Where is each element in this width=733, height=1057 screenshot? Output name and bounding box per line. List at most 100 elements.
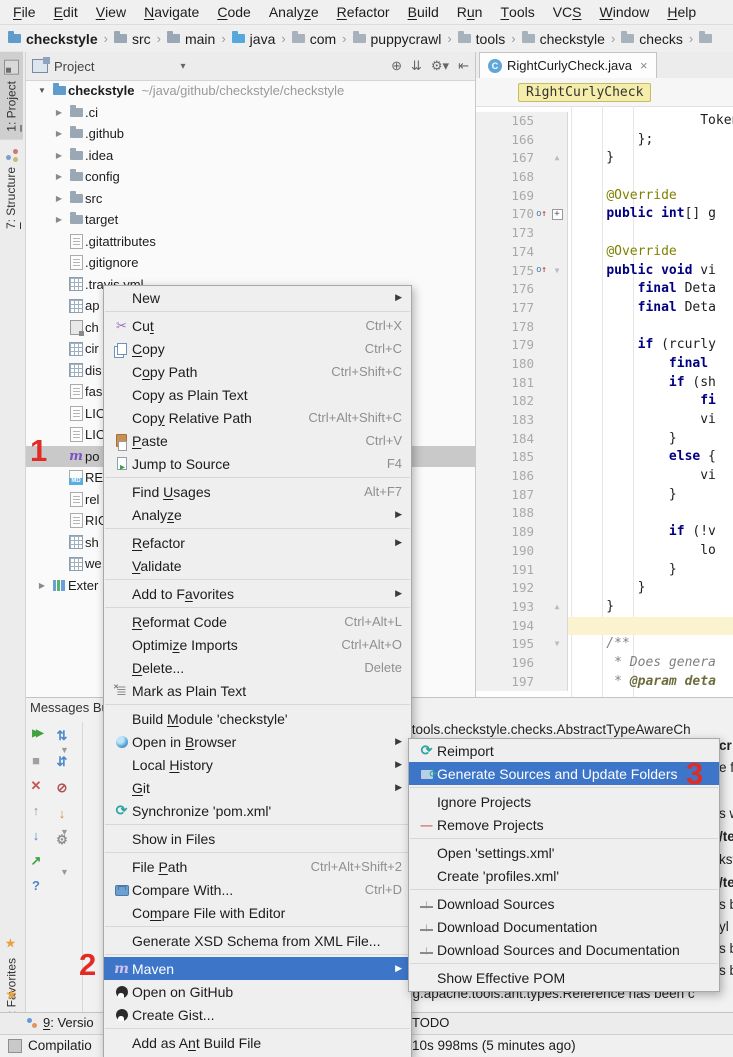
collapse-all-icon[interactable]: ⇵ — [52, 754, 72, 770]
tree-row-gitignore[interactable]: .gitignore — [26, 252, 475, 274]
menu-item-optimize-imports[interactable]: Optimize ImportsCtrl+Alt+O — [104, 633, 411, 656]
menu-item-copy-relative-path[interactable]: Copy Relative PathCtrl+Alt+Shift+C — [104, 406, 411, 429]
fold-marker-icon[interactable]: ▲ — [549, 149, 565, 168]
tree-row-config[interactable]: ▶config — [26, 166, 475, 188]
collapse-all-icon[interactable]: ⇊ — [411, 58, 422, 74]
maven-menu-item-show-effective-pom[interactable]: Show Effective POM — [409, 966, 719, 989]
menu-item-delete[interactable]: Delete...Delete — [104, 656, 411, 679]
menubar-item-refactor[interactable]: Refactor — [328, 0, 399, 24]
maven-menu-item-reimport[interactable]: Reimport — [409, 739, 719, 762]
menu-item-validate[interactable]: Validate — [104, 554, 411, 577]
menu-item-new[interactable]: New▶ — [104, 286, 411, 309]
menubar-item-help[interactable]: Help — [658, 0, 705, 24]
menubar-item-run[interactable]: Run — [448, 0, 492, 24]
menu-item-local-history[interactable]: Local History▶ — [104, 753, 411, 776]
menu-item-mark-as-plain-text[interactable]: Mark as Plain Text — [104, 679, 411, 702]
menu-item-refactor[interactable]: Refactor▶ — [104, 531, 411, 554]
tree-expander-icon[interactable]: ▶ — [51, 108, 67, 117]
breadcrumb-item-checkstyle[interactable]: checkstyle — [522, 31, 605, 47]
maven-menu-item-generate-sources-and-update-folders[interactable]: Generate Sources and Update Folders — [409, 762, 719, 785]
maven-menu-item-download-sources[interactable]: Download Sources — [409, 892, 719, 915]
breadcrumb-item-puppycrawl[interactable]: puppycrawl — [353, 31, 442, 47]
tree-expander-icon[interactable]: ▶ — [51, 215, 67, 224]
todo-button[interactable]: TODO — [412, 1015, 449, 1030]
menu-item-jump-to-source[interactable]: Jump to SourceF4 — [104, 452, 411, 475]
tree-row-idea[interactable]: ▶.idea — [26, 145, 475, 167]
chevron-down-icon[interactable]: ▾ — [180, 61, 185, 72]
close-icon[interactable]: ✕ — [26, 778, 46, 794]
tree-expander-icon[interactable]: ▼ — [34, 86, 50, 95]
version-control-button[interactable]: 9: Versio — [26, 1015, 94, 1030]
menu-item-generate-xsd-schema-from-xml-file[interactable]: Generate XSD Schema from XML File... — [104, 929, 411, 952]
tree-expander-icon[interactable]: ▶ — [51, 129, 67, 138]
fold-marker-icon[interactable]: ▼ — [549, 635, 565, 654]
menu-item-file-path[interactable]: File PathCtrl+Alt+Shift+2 — [104, 855, 411, 878]
settings-gear-icon[interactable]: ⚙▾ — [431, 58, 449, 74]
fold-marker-icon[interactable]: ▲ — [549, 598, 565, 617]
tree-row-checkstyle[interactable]: ▼checkstyle~/java/github/checkstyle/chec… — [26, 80, 475, 102]
menu-item-synchronize-pom-xml[interactable]: Synchronize 'pom.xml' — [104, 799, 411, 822]
menu-item-show-in-files[interactable]: Show in Files — [104, 827, 411, 850]
fold-marker-icon[interactable]: ▼ — [549, 262, 565, 281]
fold-expand-icon[interactable]: + — [549, 205, 565, 224]
suspend-icon[interactable]: ⊘ — [52, 780, 72, 796]
menubar-item-build[interactable]: Build — [399, 0, 448, 24]
code-area[interactable]: 165 TokenT166 };167▲ }168169 @Override17… — [476, 106, 733, 697]
menu-item-open-on-github[interactable]: Open on GitHub — [104, 980, 411, 1003]
close-tab-icon[interactable]: × — [640, 58, 648, 73]
move-down-icon[interactable]: ↓ — [26, 828, 46, 843]
maven-menu-item-remove-projects[interactable]: Remove Projects — [409, 813, 719, 836]
maven-menu-item-download-documentation[interactable]: Download Documentation — [409, 915, 719, 938]
menubar-item-window[interactable]: Window — [591, 0, 659, 24]
rerun-icon[interactable]: ▶▶ — [26, 728, 46, 739]
move-up-icon[interactable]: ↑ — [26, 803, 46, 818]
tree-row-ci[interactable]: ▶.ci — [26, 102, 475, 124]
menubar-item-tools[interactable]: Tools — [491, 0, 543, 24]
tree-expander-icon[interactable]: ▼ — [60, 827, 69, 837]
menubar-item-edit[interactable]: Edit — [45, 0, 87, 24]
breadcrumb-item-checkstyle[interactable]: checkstyle — [8, 31, 98, 47]
sidebar-tab-1-project[interactable]: 1: Project — [0, 52, 23, 140]
menu-item-add-to-favorites[interactable]: Add to Favorites▶ — [104, 582, 411, 605]
menu-item-analyze[interactable]: Analyze▶ — [104, 503, 411, 526]
menu-item-copy-path[interactable]: Copy PathCtrl+Shift+C — [104, 360, 411, 383]
tree-expander-icon[interactable]: ▶ — [51, 151, 67, 160]
maven-menu-item-create-profiles-xml[interactable]: Create 'profiles.xml' — [409, 864, 719, 887]
breadcrumb-item-main[interactable]: main — [167, 31, 215, 47]
tree-expander-icon[interactable]: ▶ — [34, 581, 50, 590]
sidebar-tab-7-structure[interactable]: 7: Structure — [0, 140, 22, 237]
menu-item-cut[interactable]: CutCtrl+X — [104, 314, 411, 337]
menu-item-paste[interactable]: PasteCtrl+V — [104, 429, 411, 452]
tree-row-gitattributes[interactable]: .gitattributes — [26, 231, 475, 253]
override-method-icon[interactable]: o↑ — [534, 210, 549, 219]
export-icon[interactable]: ↗ — [26, 853, 46, 869]
tree-row-src[interactable]: ▶src — [26, 188, 475, 210]
tree-expander-icon[interactable]: ▼ — [60, 867, 69, 877]
messages-log-line[interactable]: .tools.checkstyle.checks.AbstractTypeAwa… — [408, 722, 691, 737]
menubar-item-navigate[interactable]: Navigate — [135, 0, 208, 24]
menubar-item-code[interactable]: Code — [208, 0, 259, 24]
tree-row-target[interactable]: ▶target — [26, 209, 475, 231]
maven-menu-item-ignore-projects[interactable]: Ignore Projects — [409, 790, 719, 813]
breadcrumb-item-com[interactable]: com — [292, 31, 336, 47]
menu-item-find-usages[interactable]: Find UsagesAlt+F7 — [104, 480, 411, 503]
menu-item-open-in-browser[interactable]: Open in Browser▶ — [104, 730, 411, 753]
import-icon[interactable]: ↓ — [52, 806, 72, 821]
expand-all-icon[interactable]: ⇅ — [52, 728, 72, 744]
help-icon[interactable]: ? — [26, 878, 46, 893]
tree-expander-icon[interactable]: ▶ — [51, 172, 67, 181]
menu-item-build-module-checkstyle[interactable]: Build Module 'checkstyle' — [104, 707, 411, 730]
breadcrumb-item-checks[interactable]: checks — [621, 31, 683, 47]
locate-icon[interactable]: ⊕ — [391, 58, 402, 74]
menu-item-maven[interactable]: Maven▶ — [104, 957, 411, 980]
menubar-item-view[interactable]: View — [87, 0, 135, 24]
menubar-item-file[interactable]: File — [4, 0, 45, 24]
menu-item-compare-file-with-editor[interactable]: Compare File with Editor — [104, 901, 411, 924]
tree-expander-icon[interactable]: ▶ — [51, 194, 67, 203]
menu-item-compare-with[interactable]: Compare With...Ctrl+D — [104, 878, 411, 901]
menu-item-reformat-code[interactable]: Reformat CodeCtrl+Alt+L — [104, 610, 411, 633]
tab-rightcurlycheck[interactable]: C RightCurlyCheck.java × — [479, 52, 657, 78]
tree-row-github[interactable]: ▶.github — [26, 123, 475, 145]
breadcrumb-item-tools[interactable]: tools — [458, 31, 506, 47]
tree-expander-icon[interactable]: ▼ — [60, 745, 69, 755]
